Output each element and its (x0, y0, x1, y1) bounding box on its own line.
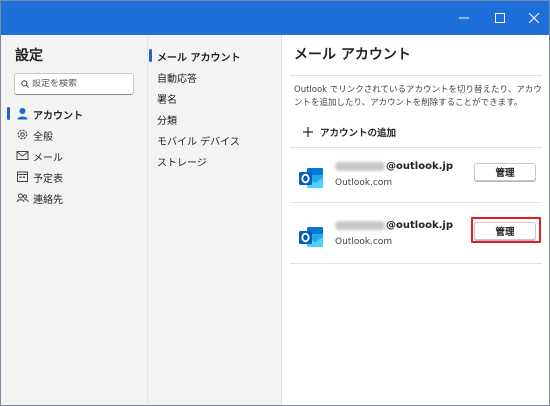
account-subnav: メール アカウント 自動応答 署名 分類 モバイル デバイス ストレージ (147, 35, 282, 405)
account-email: @outlook.jp (335, 220, 453, 231)
nav-item-label: 予定表 (33, 174, 63, 185)
nav-item-contacts[interactable]: 連絡先 (1, 187, 147, 208)
email-domain: @outlook.jp (386, 161, 453, 172)
email-domain: @outlook.jp (386, 220, 453, 231)
divider (290, 263, 542, 264)
close-icon (529, 13, 539, 23)
subnav-item-signature[interactable]: 署名 (148, 88, 282, 109)
maximize-button[interactable] (483, 1, 517, 35)
subnav-item-label: 署名 (157, 95, 177, 106)
settings-search-input[interactable] (32, 79, 124, 89)
gear-icon (16, 128, 29, 141)
maximize-icon (495, 13, 505, 23)
nav-item-account[interactable]: アカウント (1, 103, 147, 124)
nav-item-general[interactable]: 全般 (1, 124, 147, 145)
add-account-button[interactable]: アカウントの追加 (302, 125, 396, 139)
mail-icon (16, 149, 29, 162)
manage-button[interactable]: 管理 (474, 222, 536, 240)
search-icon (21, 80, 29, 88)
subnav-item-label: ストレージ (157, 158, 207, 169)
subnav-item-categories[interactable]: 分類 (148, 109, 282, 130)
account-provider: Outlook.com (335, 178, 393, 188)
settings-sidebar: 設定 アカウント 全般 (1, 35, 147, 405)
redacted-username (335, 162, 385, 171)
subnav-item-label: 分類 (157, 116, 177, 127)
subnav-item-label: メール アカウント (157, 53, 241, 64)
minimize-button[interactable] (447, 1, 481, 35)
mail-accounts-pane: メール アカウント Outlook でリンクされているアカウントを切り替えたり、… (281, 35, 549, 405)
active-indicator (149, 49, 152, 62)
outlook-logo-icon (298, 166, 324, 190)
active-indicator (7, 107, 10, 120)
redacted-username (335, 221, 385, 230)
nav-item-mail[interactable]: メール (1, 145, 147, 166)
nav-item-label: アカウント (33, 111, 83, 122)
subnav-item-mobile-devices[interactable]: モバイル デバイス (148, 130, 282, 151)
nav-item-label: メール (33, 153, 63, 164)
pane-title: メール アカウント (294, 47, 411, 63)
person-icon (16, 107, 29, 120)
subnav-item-label: モバイル デバイス (157, 137, 240, 148)
divider (290, 202, 542, 203)
people-icon (16, 191, 29, 204)
minimize-icon (459, 17, 469, 19)
close-button[interactable] (517, 1, 549, 35)
account-provider: Outlook.com (335, 237, 393, 247)
divider (290, 147, 542, 148)
account-row: @outlook.jp Outlook.com 管理 (290, 212, 542, 268)
settings-nav: アカウント 全般 メール 予定表 連絡先 (1, 103, 147, 208)
nav-item-calendar[interactable]: 予定表 (1, 166, 147, 187)
title-bar (1, 1, 549, 35)
manage-button[interactable]: 管理 (474, 163, 536, 181)
subnav-item-auto-reply[interactable]: 自動応答 (148, 67, 282, 88)
subnav-item-storage[interactable]: ストレージ (148, 151, 282, 172)
subnav-item-label: 自動応答 (157, 74, 197, 85)
account-row: @outlook.jp Outlook.com 管理 (290, 153, 542, 209)
add-account-label: アカウントの追加 (320, 128, 397, 139)
nav-item-label: 連絡先 (33, 195, 63, 206)
subnav-item-mail-accounts[interactable]: メール アカウント (148, 46, 282, 67)
divider (290, 75, 542, 76)
account-email: @outlook.jp (335, 161, 453, 172)
nav-item-label: 全般 (33, 132, 53, 143)
calendar-icon (16, 170, 29, 183)
pane-description: Outlook でリンクされているアカウントを切り替えたり、アカウントを追加した… (294, 85, 542, 108)
settings-title: 設定 (15, 48, 43, 64)
outlook-logo-icon (298, 225, 324, 249)
settings-window: 設定 アカウント 全般 (0, 0, 550, 406)
settings-search-box[interactable] (14, 73, 134, 95)
plus-icon (302, 126, 314, 138)
